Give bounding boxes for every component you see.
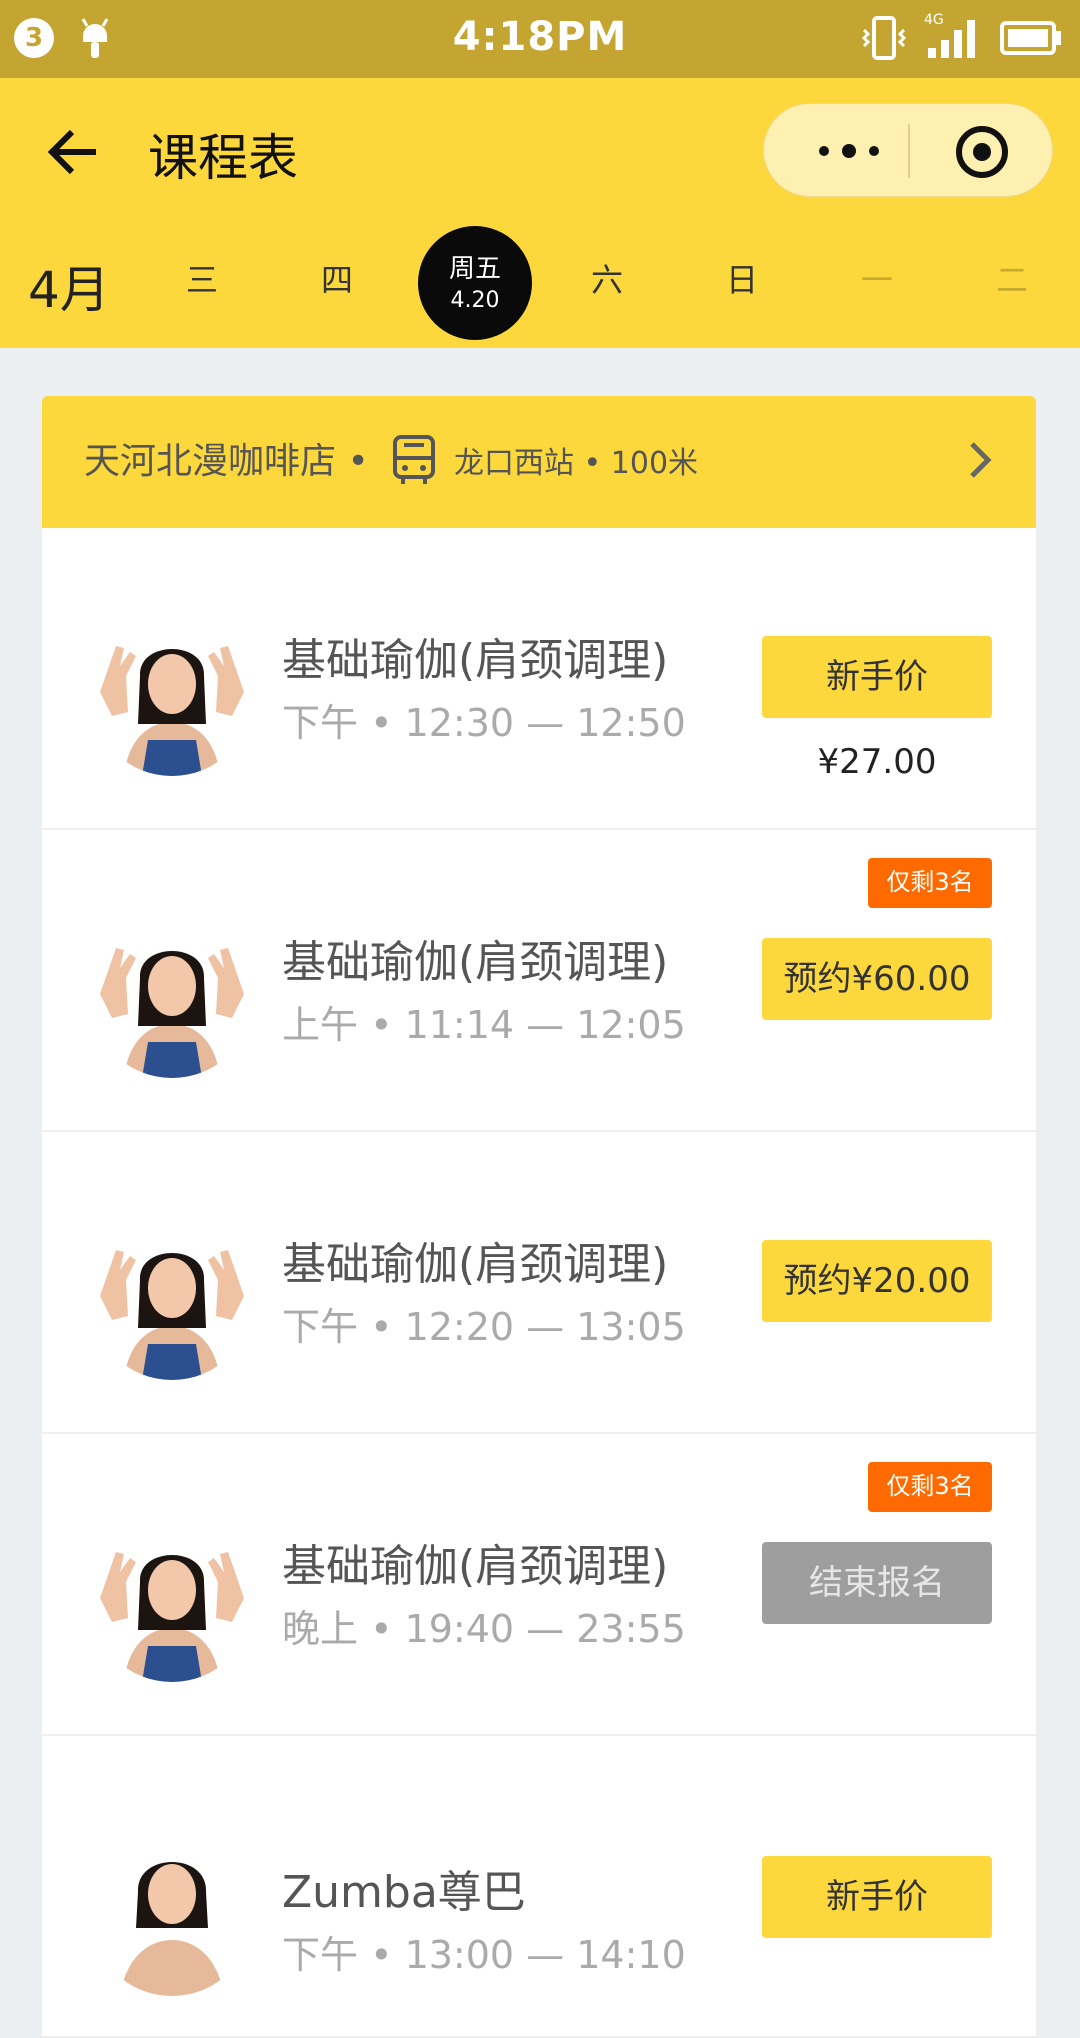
instructor-photo-icon — [90, 914, 254, 1078]
chevron-right-icon — [970, 442, 992, 478]
day-mon[interactable]: 一 — [837, 250, 917, 310]
course-item[interactable]: 仅剩3名 基础瑜伽(肩颈调理) 晚上 • 19:40 — 23:55 结束报名 — [42, 1434, 1036, 1736]
course-time: 下午 • 12:30 — 12:50 — [282, 701, 686, 745]
day-fri-selected[interactable]: 周五 4.20 — [418, 226, 532, 340]
day-sat[interactable]: 六 — [567, 250, 647, 310]
arrow-left-icon[interactable] — [44, 122, 104, 182]
signal-bars-icon — [928, 20, 975, 58]
day-tue[interactable]: 二 — [972, 250, 1052, 310]
nearby-station: 龙口西站 • 100米 — [454, 446, 699, 481]
instructor-avatar — [90, 914, 254, 1078]
more-dots-icon[interactable] — [804, 126, 894, 176]
course-time: 下午 • 13:00 — 14:10 — [282, 1933, 686, 1977]
selected-date: 4.20 — [450, 288, 500, 313]
registration-closed-button[interactable]: 结束报名 — [762, 1542, 992, 1624]
status-bar: 3 4:18PM 4G — [0, 0, 1080, 78]
instructor-photo-icon — [90, 1216, 254, 1380]
instructor-avatar — [90, 1216, 254, 1380]
course-name: 基础瑜伽(肩颈调理) — [282, 1239, 669, 1290]
header: 课程表 4月 三 四 周五 4.20 六 日 一 二 — [0, 78, 1080, 348]
selected-weekday: 周五 — [448, 254, 501, 284]
newcomer-price-button[interactable]: 新手价 — [762, 1856, 992, 1938]
course-item[interactable]: Zumba尊巴 下午 • 13:00 — 14:10 新手价 — [42, 1736, 1036, 2038]
instructor-photo-icon — [90, 1518, 254, 1682]
book-button[interactable]: 预约¥20.00 — [762, 1240, 992, 1322]
course-list: 基础瑜伽(肩颈调理) 下午 • 12:30 — 12:50 新手价 ¥27.00… — [42, 528, 1036, 2038]
course-name: 基础瑜伽(肩颈调理) — [282, 937, 669, 988]
vibrate-icon — [861, 16, 907, 60]
course-name: Zumba尊巴 — [282, 1867, 526, 1918]
capsule-divider — [908, 124, 910, 178]
course-item[interactable]: 仅剩3名 基础瑜伽(肩颈调理) 上午 • 11:14 — 12:05 预约¥60… — [42, 830, 1036, 1132]
bus-icon — [393, 435, 435, 484]
instructor-photo-icon — [90, 612, 254, 776]
battery-icon — [1000, 21, 1061, 55]
instructor-photo-icon — [90, 1832, 254, 1996]
instructor-avatar — [90, 612, 254, 776]
day-thu[interactable]: 四 — [297, 250, 377, 310]
course-item[interactable]: 基础瑜伽(肩颈调理) 下午 • 12:20 — 13:05 预约¥20.00 — [42, 1132, 1036, 1434]
course-price: ¥27.00 — [817, 742, 937, 782]
spots-left-badge: 仅剩3名 — [868, 1462, 992, 1512]
day-sun[interactable]: 日 — [702, 250, 782, 310]
course-time: 下午 • 12:20 — 13:05 — [282, 1305, 686, 1349]
target-circle-icon[interactable] — [954, 124, 1010, 180]
day-wed[interactable]: 三 — [162, 250, 242, 310]
course-time: 晚上 • 19:40 — 23:55 — [282, 1607, 686, 1651]
page-title: 课程表 — [148, 129, 298, 187]
course-name: 基础瑜伽(肩颈调理) — [282, 1541, 669, 1592]
calendar-month: 4月 — [28, 261, 110, 319]
mini-program-capsule — [763, 103, 1053, 197]
book-button[interactable]: 预约¥60.00 — [762, 938, 992, 1020]
location-bar[interactable]: 天河北漫咖啡店 • 龙口西站 • 100米 — [42, 396, 1036, 528]
course-time: 上午 • 11:14 — 12:05 — [282, 1003, 686, 1047]
course-item[interactable]: 基础瑜伽(肩颈调理) 下午 • 12:30 — 12:50 新手价 ¥27.00 — [42, 528, 1036, 830]
course-name: 基础瑜伽(肩颈调理) — [282, 635, 669, 686]
store-name: 天河北漫咖啡店 • — [84, 441, 369, 482]
instructor-avatar — [90, 1832, 254, 1996]
spots-left-badge: 仅剩3名 — [868, 858, 992, 908]
instructor-avatar — [90, 1518, 254, 1682]
newcomer-price-button[interactable]: 新手价 — [762, 636, 992, 718]
signal-indicator: 4G — [924, 12, 984, 60]
